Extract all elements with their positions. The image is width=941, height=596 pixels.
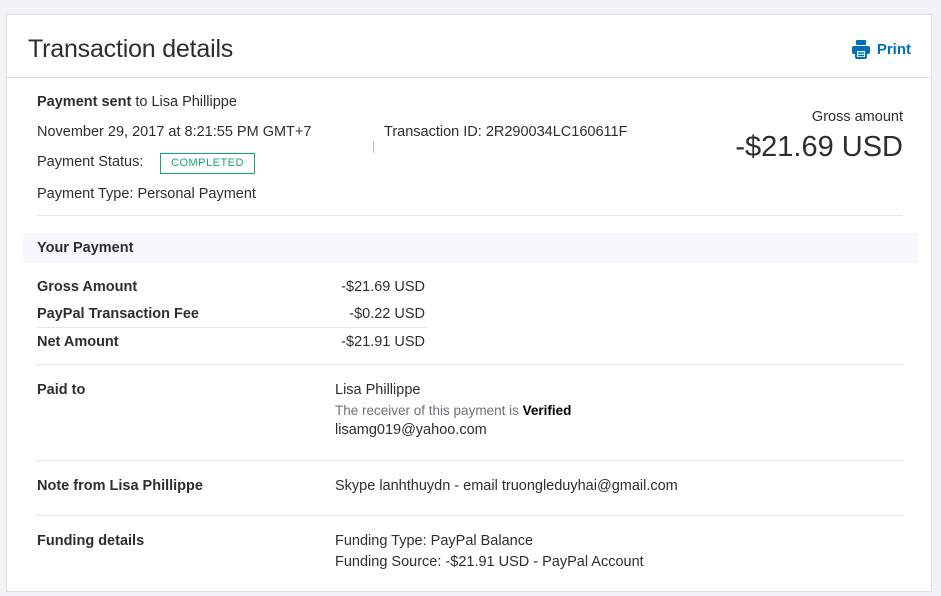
gross-amount-row-value: -$21.69 USD	[341, 279, 425, 295]
transaction-id-line: Transaction ID: 2R290034LC160611F	[384, 124, 627, 140]
gross-amount-label: Gross amount	[811, 109, 903, 125]
page-title: Transaction details	[28, 35, 234, 63]
divider	[37, 515, 903, 516]
verified-line: The receiver of this payment is Verified	[335, 403, 571, 418]
funding-details-label: Funding details	[37, 533, 145, 549]
transaction-fee-row-value: -$0.22 USD	[349, 306, 425, 322]
payment-status-label: Payment Status:	[37, 154, 144, 170]
verified-prefix: The receiver of this payment is	[335, 403, 519, 418]
payment-type-label: Payment Type:	[37, 186, 134, 202]
printer-icon	[851, 39, 871, 59]
payment-type-line: Payment Type: Personal Payment	[37, 186, 256, 202]
divider	[373, 141, 374, 153]
gross-amount-value: -$21.69 USD	[735, 131, 903, 163]
transaction-id-label: Transaction ID:	[384, 124, 482, 140]
transaction-id-value: 2R290034LC160611F	[485, 124, 628, 140]
divider	[37, 460, 903, 461]
verified-status: Verified	[522, 403, 572, 418]
net-amount-row-value: -$21.91 USD	[341, 334, 425, 350]
your-payment-title: Your Payment	[37, 240, 134, 256]
transaction-details-card: Transaction details Print Payment sent t…	[6, 14, 932, 592]
net-amount-row-label: Net Amount	[37, 334, 119, 350]
transaction-fee-row-label: PayPal Transaction Fee	[37, 306, 199, 322]
payment-sent-label: Payment sent	[37, 94, 132, 110]
note-text: Skype lanhthuydn - email truongleduyhai@…	[335, 478, 678, 494]
paid-to-label: Paid to	[37, 382, 86, 398]
recipient-text: to Lisa Phillippe	[131, 94, 237, 110]
payment-sent-line: Payment sent to Lisa Phillippe	[37, 94, 237, 110]
note-label: Note from Lisa Phillippe	[37, 478, 203, 494]
divider	[37, 327, 427, 328]
gross-amount-row-label: Gross Amount	[37, 279, 138, 295]
divider	[37, 364, 903, 365]
your-payment-header: Your Payment	[23, 233, 918, 263]
status-badge: COMPLETED	[160, 153, 255, 174]
transaction-datetime: November 29, 2017 at 8:21:55 PM GMT+7	[37, 124, 312, 140]
divider	[37, 215, 903, 216]
recipient-name: Lisa Phillippe	[335, 382, 421, 398]
funding-type: Funding Type: PayPal Balance	[335, 533, 534, 549]
recipient-email: lisamg019@yahoo.com	[335, 422, 487, 438]
funding-source: Funding Source: -$21.91 USD - PayPal Acc…	[335, 554, 644, 570]
card-header: Transaction details Print	[7, 15, 931, 78]
payment-type-value: Personal Payment	[137, 186, 256, 202]
print-label: Print	[876, 40, 911, 58]
print-button[interactable]: Print	[851, 39, 911, 59]
